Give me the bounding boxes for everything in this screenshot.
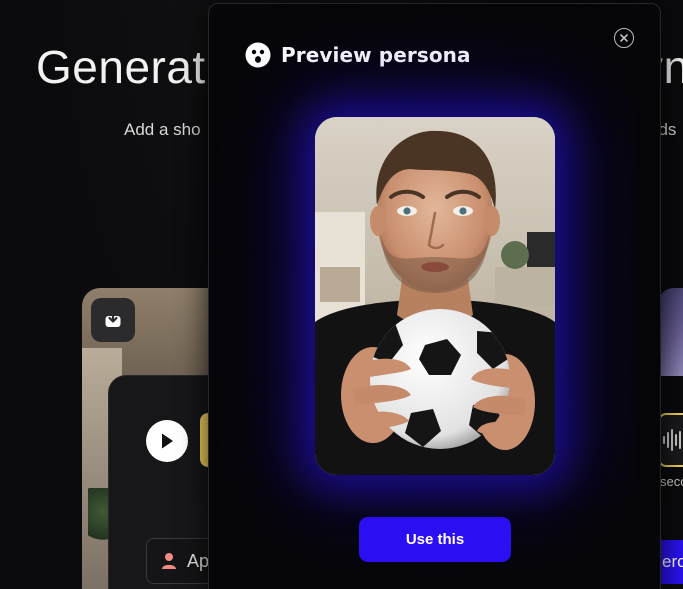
duration-text: seco [660,474,683,489]
play-button[interactable] [146,420,188,462]
page: Generat vn Add a sho nds Ap seco ero [0,0,683,589]
background-portrait-card[interactable] [658,288,683,376]
download-icon [105,310,121,327]
preview-persona-modal: Preview persona Use this [208,3,661,589]
use-this-button[interactable]: Use this [359,517,511,562]
download-button[interactable] [91,298,135,342]
waveform-chip[interactable] [658,413,683,467]
close-button[interactable] [614,28,634,48]
modal-header: Preview persona [245,42,471,68]
persona-preview-image [315,117,555,475]
background-subtitle: Add a sho nds [124,120,676,140]
user-icon [162,553,176,569]
play-icon [162,433,173,449]
background-heading-start: Generat [36,41,206,93]
persona-face-icon [245,42,271,68]
modal-title: Preview persona [281,43,471,67]
background-subtitle-start: Add a sho [124,120,201,139]
persona-select-label: Ap [187,550,210,571]
background-heading: Generat vn [36,40,683,94]
close-icon [620,34,628,42]
